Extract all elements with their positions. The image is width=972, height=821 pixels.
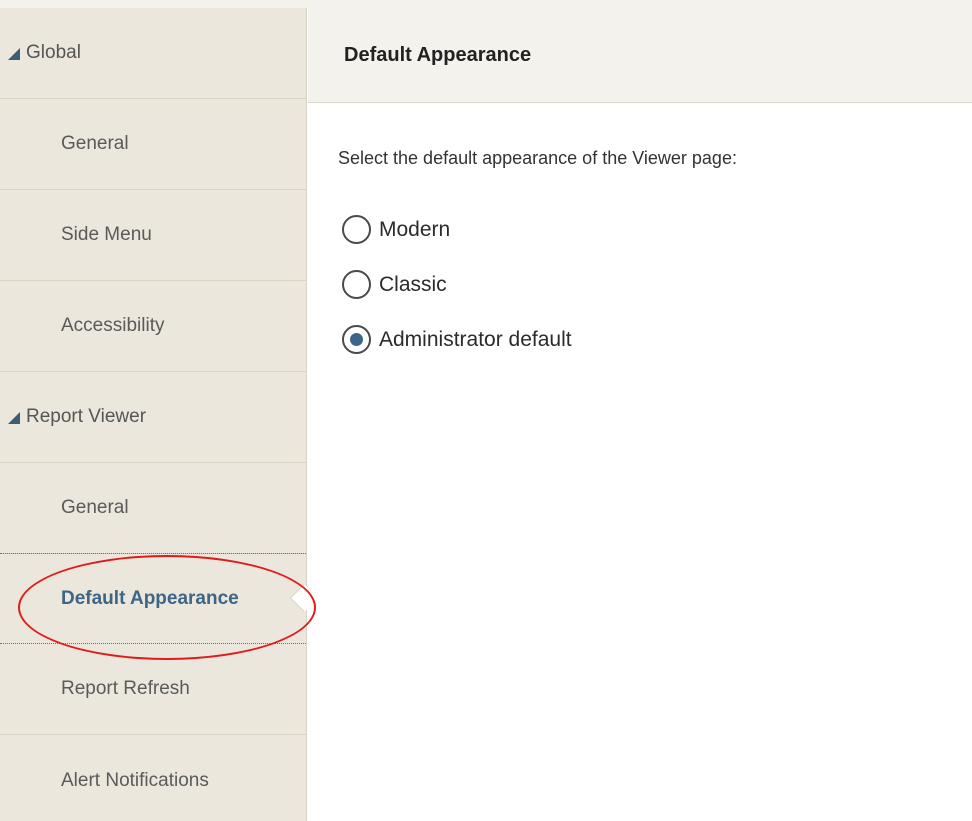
page-header: Default Appearance [308,8,972,103]
sidebar-item-accessibility[interactable]: Accessibility [0,281,306,372]
sidebar-item-label: Side Menu [61,224,152,245]
appearance-prompt: Select the default appearance of the Vie… [338,148,737,168]
sidebar-item-global-general[interactable]: General [0,99,306,190]
sidebar-item-label: Default Appearance [61,587,239,609]
expand-triangle-icon [8,412,20,424]
sidebar-item-label: Report Refresh [61,678,190,699]
sidebar-item-side-menu[interactable]: Side Menu [0,190,306,281]
sidebar-item-report-viewer-general[interactable]: General [0,463,306,554]
radio-option-classic[interactable]: Classic [342,270,447,299]
radio-option-administrator-default[interactable]: Administrator default [342,325,572,354]
sidebar-item-label: General [61,497,129,518]
sidebar-item-label: Accessibility [61,315,165,336]
expand-triangle-icon [8,48,20,60]
radio-button[interactable] [342,215,371,244]
radio-button[interactable] [342,270,371,299]
sidebar-group-global[interactable]: Global [0,8,306,99]
sidebar-group-report-viewer[interactable]: Report Viewer [0,372,306,463]
radio-label: Classic [379,272,447,296]
sidebar-item-alert-notifications[interactable]: Alert Notifications [0,735,306,821]
sidebar-item-report-refresh[interactable]: Report Refresh [0,644,306,735]
page-title: Default Appearance [344,43,532,66]
sidebar-item-default-appearance[interactable]: Default Appearance [0,553,319,644]
top-strip [0,0,972,8]
main-panel: Default Appearance Select the default ap… [308,8,972,821]
radio-label: Modern [379,217,451,241]
radio-label: Administrator default [379,327,572,351]
radio-button-checked[interactable] [342,325,371,354]
settings-sidebar: Global General Side Menu Accessibility R… [0,8,319,821]
sidebar-group-label: Global [26,42,81,63]
radio-option-modern[interactable]: Modern [342,215,450,244]
sidebar-item-label: Alert Notifications [61,769,209,791]
sidebar-group-label: Report Viewer [26,406,147,427]
sidebar-item-label: General [61,133,129,154]
